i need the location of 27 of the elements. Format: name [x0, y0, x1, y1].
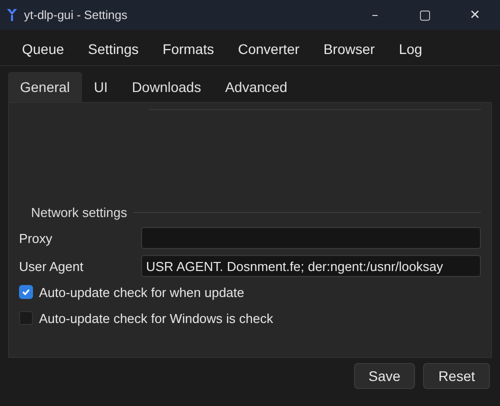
maximize-button[interactable]: ▢ [400, 0, 450, 30]
minimize-button[interactable]: – [350, 0, 400, 30]
close-button[interactable]: ✕ [450, 0, 500, 30]
check-icon [21, 287, 31, 297]
checkbox[interactable] [19, 311, 33, 325]
page-tab[interactable]: Advanced [213, 72, 300, 102]
text-field[interactable]: USR AGENT. Dosnment.fe; der:ngent:/usnr/looksay [141, 255, 481, 277]
menu-tab[interactable]: Browser [313, 37, 385, 61]
page-tab[interactable]: Downloads [120, 72, 214, 102]
text-field[interactable] [141, 227, 481, 249]
field-label: Proxy [19, 230, 54, 246]
menu-tab[interactable]: Queue [12, 37, 74, 61]
download-icon [6, 8, 18, 22]
checkbox-label: Auto-update check for Windows is check [39, 310, 274, 326]
menu-tab[interactable]: Converter [228, 37, 310, 61]
group-title: Network settings [31, 204, 128, 220]
page-tab[interactable]: UI [82, 72, 120, 102]
action-button[interactable]: Reset [423, 363, 490, 389]
checkbox[interactable] [19, 285, 33, 299]
action-button[interactable]: Save [354, 363, 416, 389]
page-tab[interactable]: General [8, 72, 82, 102]
menu-tab[interactable]: Formats [152, 37, 224, 61]
window-title: yt-dlp-gui - Settings [24, 8, 128, 22]
menu-tab[interactable]: Settings [78, 37, 149, 61]
field-label: User Agent [19, 258, 84, 274]
checkbox-label: Auto-update check for when update [39, 284, 244, 300]
menu-tab[interactable]: Log [388, 37, 432, 61]
